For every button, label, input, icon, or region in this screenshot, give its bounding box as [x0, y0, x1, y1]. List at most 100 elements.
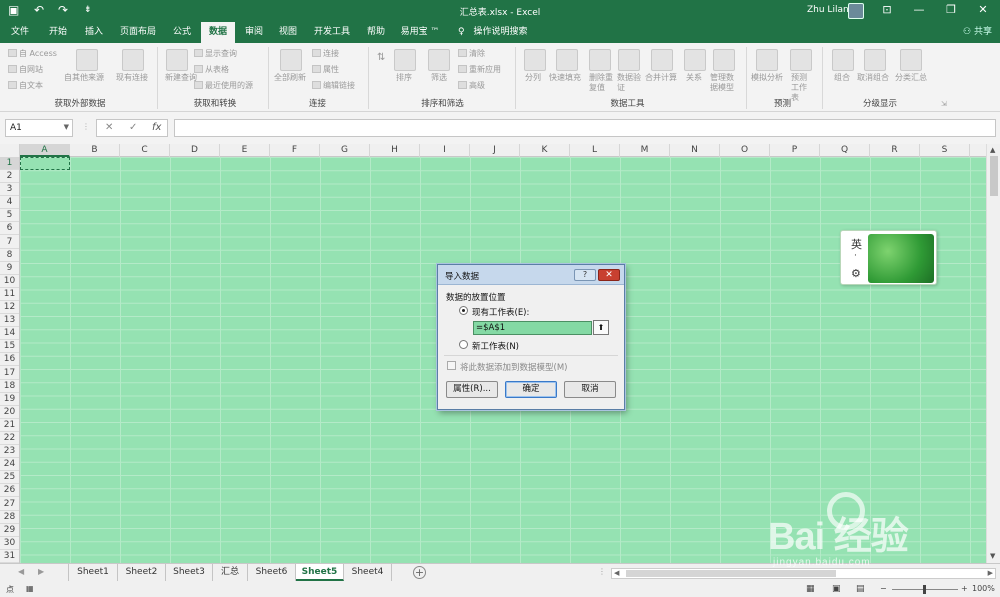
- horizontal-scrollbar[interactable]: ◀ ▶: [611, 568, 996, 579]
- properties-dialog-button[interactable]: 属性(R)...: [446, 381, 498, 398]
- row-header-19[interactable]: 19: [0, 393, 19, 406]
- column-header-a[interactable]: A: [20, 144, 70, 157]
- group-icon[interactable]: [832, 49, 854, 71]
- scroll-up-icon[interactable]: ▲: [990, 146, 995, 154]
- column-header-q[interactable]: Q: [820, 144, 870, 157]
- new-sheet-label[interactable]: 新工作表(N): [472, 340, 519, 352]
- scroll-down-icon[interactable]: ▼: [990, 552, 995, 560]
- ungroup-icon[interactable]: [864, 49, 886, 71]
- row-header-13[interactable]: 13: [0, 314, 19, 328]
- row-header-10[interactable]: 10: [0, 275, 19, 288]
- row-header-8[interactable]: 8: [0, 249, 19, 262]
- filter-button[interactable]: 筛选: [431, 73, 447, 83]
- column-header-b[interactable]: B: [70, 144, 120, 157]
- selected-cell[interactable]: [20, 157, 70, 170]
- refresh-all-icon[interactable]: [280, 49, 302, 71]
- existing-sheet-label[interactable]: 现有工作表(E):: [472, 306, 529, 318]
- column-header-c[interactable]: C: [120, 144, 170, 157]
- new-sheet-radio[interactable]: [459, 340, 468, 349]
- existing-connections-icon[interactable]: [122, 49, 144, 71]
- from-text-button[interactable]: 自文本: [8, 81, 43, 91]
- row-header-31[interactable]: 31: [0, 550, 19, 563]
- row-header-29[interactable]: 29: [0, 524, 19, 537]
- dialog-launcher-icon[interactable]: ⇲: [941, 99, 947, 109]
- ime-language-indicator[interactable]: 英: [851, 236, 862, 252]
- row-header-21[interactable]: 21: [0, 419, 19, 432]
- ime-toolbar[interactable]: 英 · ⚙: [840, 230, 937, 285]
- zoom-out-icon[interactable]: −: [880, 584, 887, 593]
- cancel-entry-icon[interactable]: ✕: [105, 122, 113, 133]
- close-window-button[interactable]: ✕: [972, 3, 994, 16]
- row-header-24[interactable]: 24: [0, 458, 19, 472]
- flash-fill-button[interactable]: 快速填充: [549, 73, 581, 83]
- subtotal-button[interactable]: 分类汇总: [895, 73, 927, 83]
- clear-button[interactable]: 清除: [458, 49, 485, 59]
- restore-button[interactable]: ❐: [940, 3, 962, 16]
- recent-sources-button[interactable]: 最近使用的源: [194, 81, 253, 91]
- data-validation-button[interactable]: 数据验证: [617, 73, 645, 93]
- zoom-slider-thumb[interactable]: [923, 585, 926, 594]
- other-sources-button[interactable]: 自其他来源: [64, 73, 104, 83]
- row-header-17[interactable]: 17: [0, 367, 19, 380]
- what-if-button[interactable]: 模拟分析: [751, 73, 783, 83]
- text-to-columns-button[interactable]: 分列: [525, 73, 541, 83]
- scroll-left-icon[interactable]: ◀: [614, 569, 619, 577]
- row-header-7[interactable]: 7: [0, 236, 19, 249]
- vertical-scrollbar[interactable]: ▲ ▼: [986, 144, 1000, 563]
- subtotal-icon[interactable]: [900, 49, 922, 71]
- sort-ascending-icon[interactable]: ⇅: [377, 53, 385, 63]
- row-header-15[interactable]: 15: [0, 340, 19, 354]
- tab-home[interactable]: 开始: [42, 22, 74, 43]
- tab-file[interactable]: 文件: [4, 22, 36, 43]
- forecast-sheet-icon[interactable]: [790, 49, 812, 71]
- tab-yiyongbao[interactable]: 易用宝 ™: [396, 22, 444, 43]
- filter-icon[interactable]: [428, 49, 450, 71]
- row-header-16[interactable]: 16: [0, 353, 19, 367]
- data-validation-icon[interactable]: [618, 49, 640, 71]
- from-access-button[interactable]: 自 Access: [8, 49, 57, 59]
- connections-button[interactable]: 连接: [312, 49, 339, 59]
- add-to-data-model-checkbox[interactable]: [447, 361, 456, 370]
- remove-duplicates-icon[interactable]: [589, 49, 611, 71]
- sheet-tab-summary[interactable]: 汇总: [213, 564, 248, 581]
- remove-duplicates-button[interactable]: 删除重复值: [589, 73, 615, 93]
- formula-input[interactable]: [174, 119, 996, 137]
- row-header-20[interactable]: 20: [0, 406, 19, 419]
- tab-developer[interactable]: 开发工具: [308, 22, 356, 43]
- relationships-button[interactable]: 关系: [686, 73, 702, 83]
- column-header-r[interactable]: R: [870, 144, 920, 157]
- share-button[interactable]: ⚇ 共享: [963, 22, 992, 43]
- row-header-25[interactable]: 25: [0, 471, 19, 485]
- row-header-23[interactable]: 23: [0, 445, 19, 459]
- name-box[interactable]: A1 ▼: [5, 119, 73, 137]
- row-header-1[interactable]: 1: [0, 157, 19, 170]
- avatar[interactable]: [848, 3, 864, 19]
- ok-button[interactable]: 确定: [505, 381, 557, 398]
- tab-review[interactable]: 审阅: [238, 22, 270, 43]
- drag-handle-icon[interactable]: ⋮: [82, 122, 90, 131]
- add-sheet-button[interactable]: +: [413, 566, 426, 579]
- minimize-button[interactable]: —: [908, 3, 930, 16]
- sheet-tab-sheet2[interactable]: Sheet2: [118, 564, 166, 581]
- column-header-s[interactable]: S: [920, 144, 970, 157]
- scroll-thumb[interactable]: [990, 156, 998, 196]
- zoom-level[interactable]: 100%: [972, 584, 995, 593]
- insert-function-icon[interactable]: fx: [152, 122, 161, 133]
- tab-page-layout[interactable]: 页面布局: [114, 22, 162, 43]
- column-header-l[interactable]: L: [570, 144, 620, 157]
- macro-record-icon[interactable]: ▦: [26, 584, 34, 593]
- edit-links-button[interactable]: 编辑链接: [312, 81, 355, 91]
- group-button[interactable]: 组合: [834, 73, 850, 83]
- data-model-icon[interactable]: [713, 49, 735, 71]
- column-header-n[interactable]: N: [670, 144, 720, 157]
- row-header-28[interactable]: 28: [0, 511, 19, 524]
- from-table-button[interactable]: 从表格: [194, 65, 229, 75]
- row-header-3[interactable]: 3: [0, 183, 19, 197]
- user-name[interactable]: Zhu Lilan: [807, 5, 849, 15]
- text-to-columns-icon[interactable]: [524, 49, 546, 71]
- split-handle-icon[interactable]: ⋮: [598, 567, 606, 576]
- row-header-18[interactable]: 18: [0, 380, 19, 393]
- row-header-9[interactable]: 9: [0, 262, 19, 275]
- consolidate-icon[interactable]: [651, 49, 673, 71]
- dialog-title-bar[interactable]: 导入数据 ? ✕: [438, 265, 624, 285]
